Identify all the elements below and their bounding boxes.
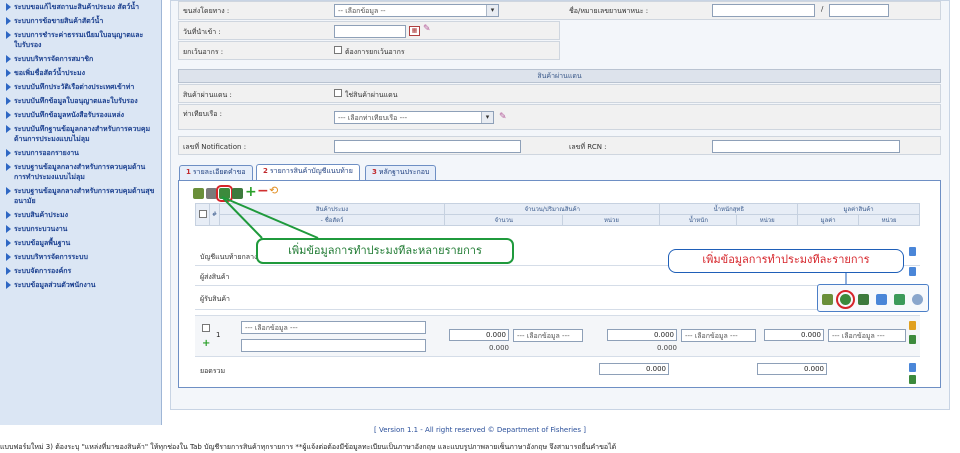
version-footer: [ Version 1.1 - All right reserved © Dep… [374,426,586,434]
callout-single-pointer [845,273,847,286]
edit-icon[interactable] [894,294,905,305]
mini-toolbar [817,284,929,312]
db-icon[interactable] [876,294,887,305]
excel-icon[interactable] [858,294,869,305]
import-icon[interactable] [822,294,833,305]
add-single-icon[interactable] [836,290,855,309]
search-icon[interactable] [912,294,923,305]
footnote: แบบฟอร์มใหม่ 3) ต้องระบุ "แหล่งที่มาของส… [0,443,617,451]
